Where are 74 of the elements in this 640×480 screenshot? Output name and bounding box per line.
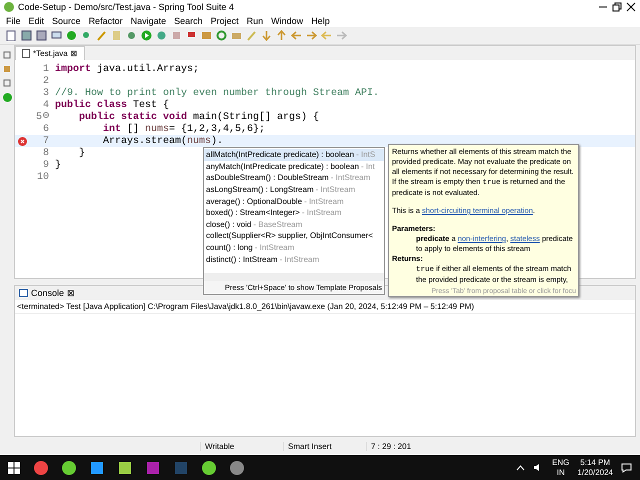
horizontal-scrollbar[interactable] <box>204 273 384 281</box>
windows-logo-icon[interactable] <box>8 462 20 474</box>
close-icon[interactable] <box>626 2 636 12</box>
menu-item[interactable]: Edit <box>24 16 48 26</box>
clock-time[interactable]: 5:14 PM <box>580 458 610 468</box>
close-icon[interactable]: ⊠ <box>70 49 78 58</box>
menu-item[interactable]: Project <box>206 16 243 26</box>
line-number: 1 <box>42 64 49 74</box>
collapse-icon[interactable] <box>43 112 49 118</box>
proposal-item[interactable]: count() : long - IntStream <box>204 242 384 254</box>
proposal-item[interactable]: allMatch(IntPredicate predicate) : boolean - IntS <box>204 149 384 161</box>
line-number: 10 <box>36 172 49 182</box>
console-status: <terminated> Test [Java Application] C:\Program Files\Java\jdk1.8.0_261\bin\javaw.exe (Jan 20, 2024, 5:12:49 PM – 5:12:49 PM) <box>16 301 476 313</box>
chevron-up-icon[interactable] <box>516 464 526 470</box>
menu-item[interactable]: Navigate <box>126 16 170 26</box>
menu-item[interactable]: Window <box>267 16 308 26</box>
code-line: public class Test { <box>55 100 170 110</box>
circle-app-icon[interactable] <box>202 460 216 474</box>
code-line: public static void main(String[] args) { <box>78 112 320 122</box>
status-text: Smart Insert <box>283 442 366 450</box>
square-app-icon[interactable] <box>118 460 132 474</box>
new-file-icon[interactable] <box>6 30 17 41</box>
code-line: //9. How to print only even number through Stream API. <box>55 88 380 98</box>
status-text: Writable <box>200 442 283 450</box>
region-text[interactable]: IN <box>556 468 565 478</box>
menu-item[interactable]: Refactor <box>84 16 127 26</box>
line-number: 3 <box>42 88 49 98</box>
down-arrow-icon[interactable] <box>261 30 272 41</box>
line-number: 2 <box>42 76 49 86</box>
tab-label: *Test.java <box>33 49 68 58</box>
line-number: 9 <box>42 160 49 170</box>
language-text[interactable]: ENG <box>552 458 570 468</box>
forward-arrow-icon[interactable] <box>306 30 317 41</box>
code-line: } <box>78 148 86 158</box>
code-line: Arrays.stream(nums). <box>102 136 224 146</box>
status-text: 7 : 29 : 201 <box>366 442 449 450</box>
proposal-item[interactable]: close() : void - BaseStream <box>204 218 384 230</box>
menu-item[interactable]: File <box>2 16 25 26</box>
proposal-item[interactable]: average() : OptionalDouble - IntStream <box>204 195 384 207</box>
clock-date[interactable]: 1/20/2024 <box>577 468 613 478</box>
circle-icon[interactable] <box>66 30 77 41</box>
circle-app-icon[interactable] <box>62 460 76 474</box>
window-title: Code-Setup - Demo/src/Test.java - Spring Tool Suite 4 <box>18 2 235 12</box>
java-file-icon <box>22 49 30 58</box>
play-icon[interactable] <box>141 30 152 41</box>
proposal-item[interactable]: anyMatch(IntPredicate predicate) : boolean - Int <box>204 160 384 172</box>
proposal-item[interactable]: asLongStream() : LongStream - IntStream <box>204 184 384 196</box>
menu-item[interactable]: Run <box>242 16 268 26</box>
line-number: 5 <box>36 112 42 122</box>
editor-tab[interactable]: *Test.java ⊠ <box>15 46 85 60</box>
line-number: 8 <box>42 148 49 158</box>
line-number: 7 <box>42 136 49 146</box>
console-icon <box>19 289 28 297</box>
back-arrow-icon[interactable] <box>291 30 302 41</box>
console-tab[interactable]: Console <box>31 288 64 298</box>
menu-item[interactable]: Search <box>170 16 207 26</box>
menu-item[interactable]: Source <box>48 16 85 26</box>
line-number: 6 <box>42 124 49 134</box>
square-app-icon[interactable] <box>90 460 104 474</box>
notification-icon[interactable] <box>621 462 632 472</box>
menu-item[interactable]: Help <box>307 16 334 26</box>
proposal-item[interactable]: boxed() : Stream<Integer> - IntStream <box>204 206 384 219</box>
circle-app-icon[interactable] <box>34 460 48 474</box>
code-line: import java.util.Arrays; <box>55 64 200 74</box>
code-line: int [] nums= {1,2,3,4,5,6}; <box>102 124 266 134</box>
proposal-item[interactable]: asDoubleStream() : DoubleStream - IntStream <box>204 172 384 184</box>
proposal-item[interactable]: distinct() : IntStream - IntStream <box>204 253 384 265</box>
circle-app-icon[interactable] <box>230 460 244 474</box>
code-line: } <box>55 160 62 170</box>
line-number: 4 <box>42 100 49 110</box>
close-icon[interactable]: ⊠ <box>67 288 76 298</box>
restore-icon[interactable] <box>612 2 622 12</box>
proposal-item[interactable]: collect(Supplier<R> supplier, ObjIntConsumer< <box>204 230 384 242</box>
up-arrow-icon[interactable] <box>276 30 287 41</box>
